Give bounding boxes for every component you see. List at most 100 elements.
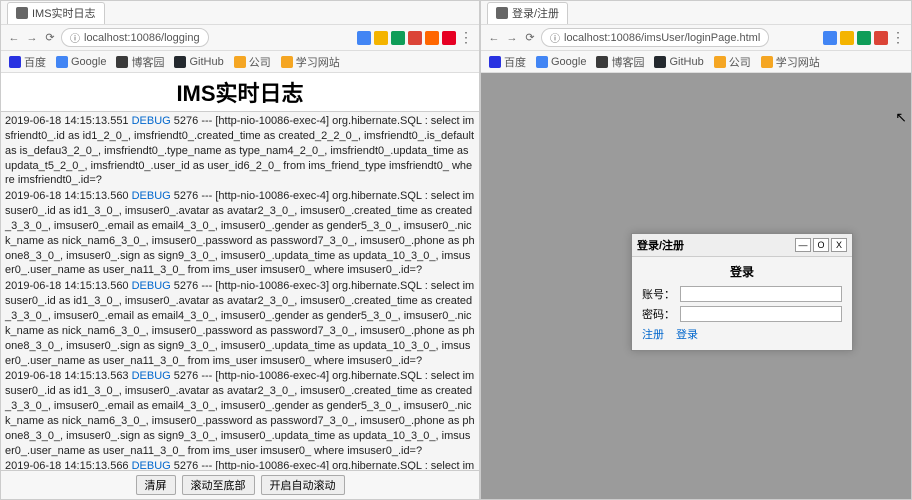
reload-icon[interactable]: ⟳ [523,31,537,45]
github-icon [174,56,186,68]
forward-icon[interactable]: → [25,31,39,45]
favicon-icon [496,7,508,19]
login-page: ↖ 登录/注册 — O X 登录 账号： 密码： [481,73,911,499]
menu-icon[interactable]: ⋮ [459,31,473,45]
google-icon [536,56,548,68]
ext-icon[interactable] [425,31,439,45]
log-entry: 2019-06-18 14:15:13.560 DEBUG 5276 --- [… [5,279,475,368]
maximize-button[interactable]: O [813,238,829,252]
ext-icon[interactable] [874,31,888,45]
log-entry: 2019-06-18 14:15:13.566 DEBUG 5276 --- [… [5,459,475,471]
log-level: DEBUG [132,190,171,202]
minimize-button[interactable]: — [795,238,811,252]
clear-button[interactable]: 清屏 [136,475,176,495]
auto-scroll-button[interactable]: 开启自动滚动 [261,475,345,495]
register-link[interactable]: 注册 [642,326,664,342]
folder-icon [761,56,773,68]
ext-icon[interactable] [823,31,837,45]
forward-icon[interactable]: → [505,31,519,45]
browser-tab[interactable]: IMS实时日志 [7,2,105,24]
cnblogs-icon [596,56,608,68]
bookmarks-bar: 百度 Google 博客园 GitHub 公司 学习网站 [481,51,911,73]
bookmark-item[interactable]: GitHub [174,56,223,68]
folder-icon [281,56,293,68]
close-button[interactable]: X [831,238,847,252]
login-dialog: 登录/注册 — O X 登录 账号： 密码： 注册 [631,233,853,351]
bookmark-item[interactable]: Google [536,56,586,68]
account-input[interactable] [680,286,842,302]
bookmark-item[interactable]: 博客园 [596,54,644,70]
baidu-icon [9,56,21,68]
dialog-body: 登录 账号： 密码： 注册 登录 [632,257,852,350]
log-level: DEBUG [132,280,171,292]
info-icon: ⓘ [70,30,80,45]
bookmark-label: 学习网站 [296,54,340,70]
ext-icon[interactable] [374,31,388,45]
bookmark-item[interactable]: 百度 [9,54,46,70]
log-level: DEBUG [132,370,171,382]
info-icon: ⓘ [550,30,560,45]
ext-icon[interactable] [391,31,405,45]
bookmark-label: GitHub [189,56,223,68]
address-bar: ← → ⟳ ⓘ localhost:10086/imsUser/loginPag… [481,25,911,51]
browser-window-left: IMS实时日志 ← → ⟳ ⓘ localhost:10086/logging … [0,0,480,500]
log-body[interactable]: 2019-06-18 14:15:13.551 DEBUG 5276 --- [… [1,111,479,471]
ext-icon[interactable] [840,31,854,45]
dialog-header[interactable]: 登录/注册 — O X [632,234,852,257]
bookmark-label: 博客园 [131,54,164,70]
bookmark-item[interactable]: 公司 [714,54,751,70]
password-field-row: 密码： [642,306,842,322]
bookmark-label: Google [71,56,106,68]
page-title: IMS实时日志 [1,73,479,111]
bookmark-label: 百度 [24,54,46,70]
bookmark-item[interactable]: GitHub [654,56,703,68]
browser-tab[interactable]: 登录/注册 [487,2,568,24]
bookmark-label: 百度 [504,54,526,70]
bookmark-item[interactable]: 公司 [234,54,271,70]
log-entry: 2019-06-18 14:15:13.563 DEBUG 5276 --- [… [5,369,475,458]
bookmark-item[interactable]: 博客园 [116,54,164,70]
dialog-title: 登录/注册 [637,237,684,253]
reload-icon[interactable]: ⟳ [43,31,57,45]
ext-icon[interactable] [408,31,422,45]
tab-title: 登录/注册 [512,5,559,21]
google-icon [56,56,68,68]
dialog-subtitle: 登录 [642,263,842,280]
password-input[interactable] [680,306,842,322]
github-icon [654,56,666,68]
favicon-icon [16,7,28,19]
ext-icon[interactable] [357,31,371,45]
mouse-cursor-icon: ↖ [895,109,907,126]
bookmark-label: 公司 [729,54,751,70]
bookmark-label: 学习网站 [776,54,820,70]
log-page: IMS实时日志 2019-06-18 14:15:13.551 DEBUG 52… [1,73,479,499]
menu-icon[interactable]: ⋮ [891,31,905,45]
ext-icon[interactable] [857,31,871,45]
bookmark-item[interactable]: 学习网站 [761,54,820,70]
log-level: DEBUG [132,460,171,471]
bookmark-item[interactable]: Google [56,56,106,68]
scroll-bottom-button[interactable]: 滚动至底部 [182,475,255,495]
dialog-window-buttons: — O X [795,238,847,252]
bookmark-item[interactable]: 百度 [489,54,526,70]
tab-title: IMS实时日志 [32,5,96,21]
login-link[interactable]: 登录 [676,326,698,342]
ext-icon[interactable] [442,31,456,45]
bookmark-item[interactable]: 学习网站 [281,54,340,70]
bookmark-label: Google [551,56,586,68]
url-field[interactable]: ⓘ localhost:10086/imsUser/loginPage.html [541,28,769,47]
titlebar: IMS实时日志 [1,1,479,25]
back-icon[interactable]: ← [7,31,21,45]
password-label: 密码： [642,306,676,322]
bookmark-label: 博客园 [611,54,644,70]
extension-icons: ⋮ [823,31,905,45]
log-level: DEBUG [132,115,171,127]
baidu-icon [489,56,501,68]
bookmark-label: 公司 [249,54,271,70]
log-entry: 2019-06-18 14:15:13.560 DEBUG 5276 --- [… [5,189,475,278]
back-icon[interactable]: ← [487,31,501,45]
address-bar: ← → ⟳ ⓘ localhost:10086/logging ⋮ [1,25,479,51]
url-field[interactable]: ⓘ localhost:10086/logging [61,28,209,47]
url-text: localhost:10086/logging [84,32,200,44]
cnblogs-icon [116,56,128,68]
